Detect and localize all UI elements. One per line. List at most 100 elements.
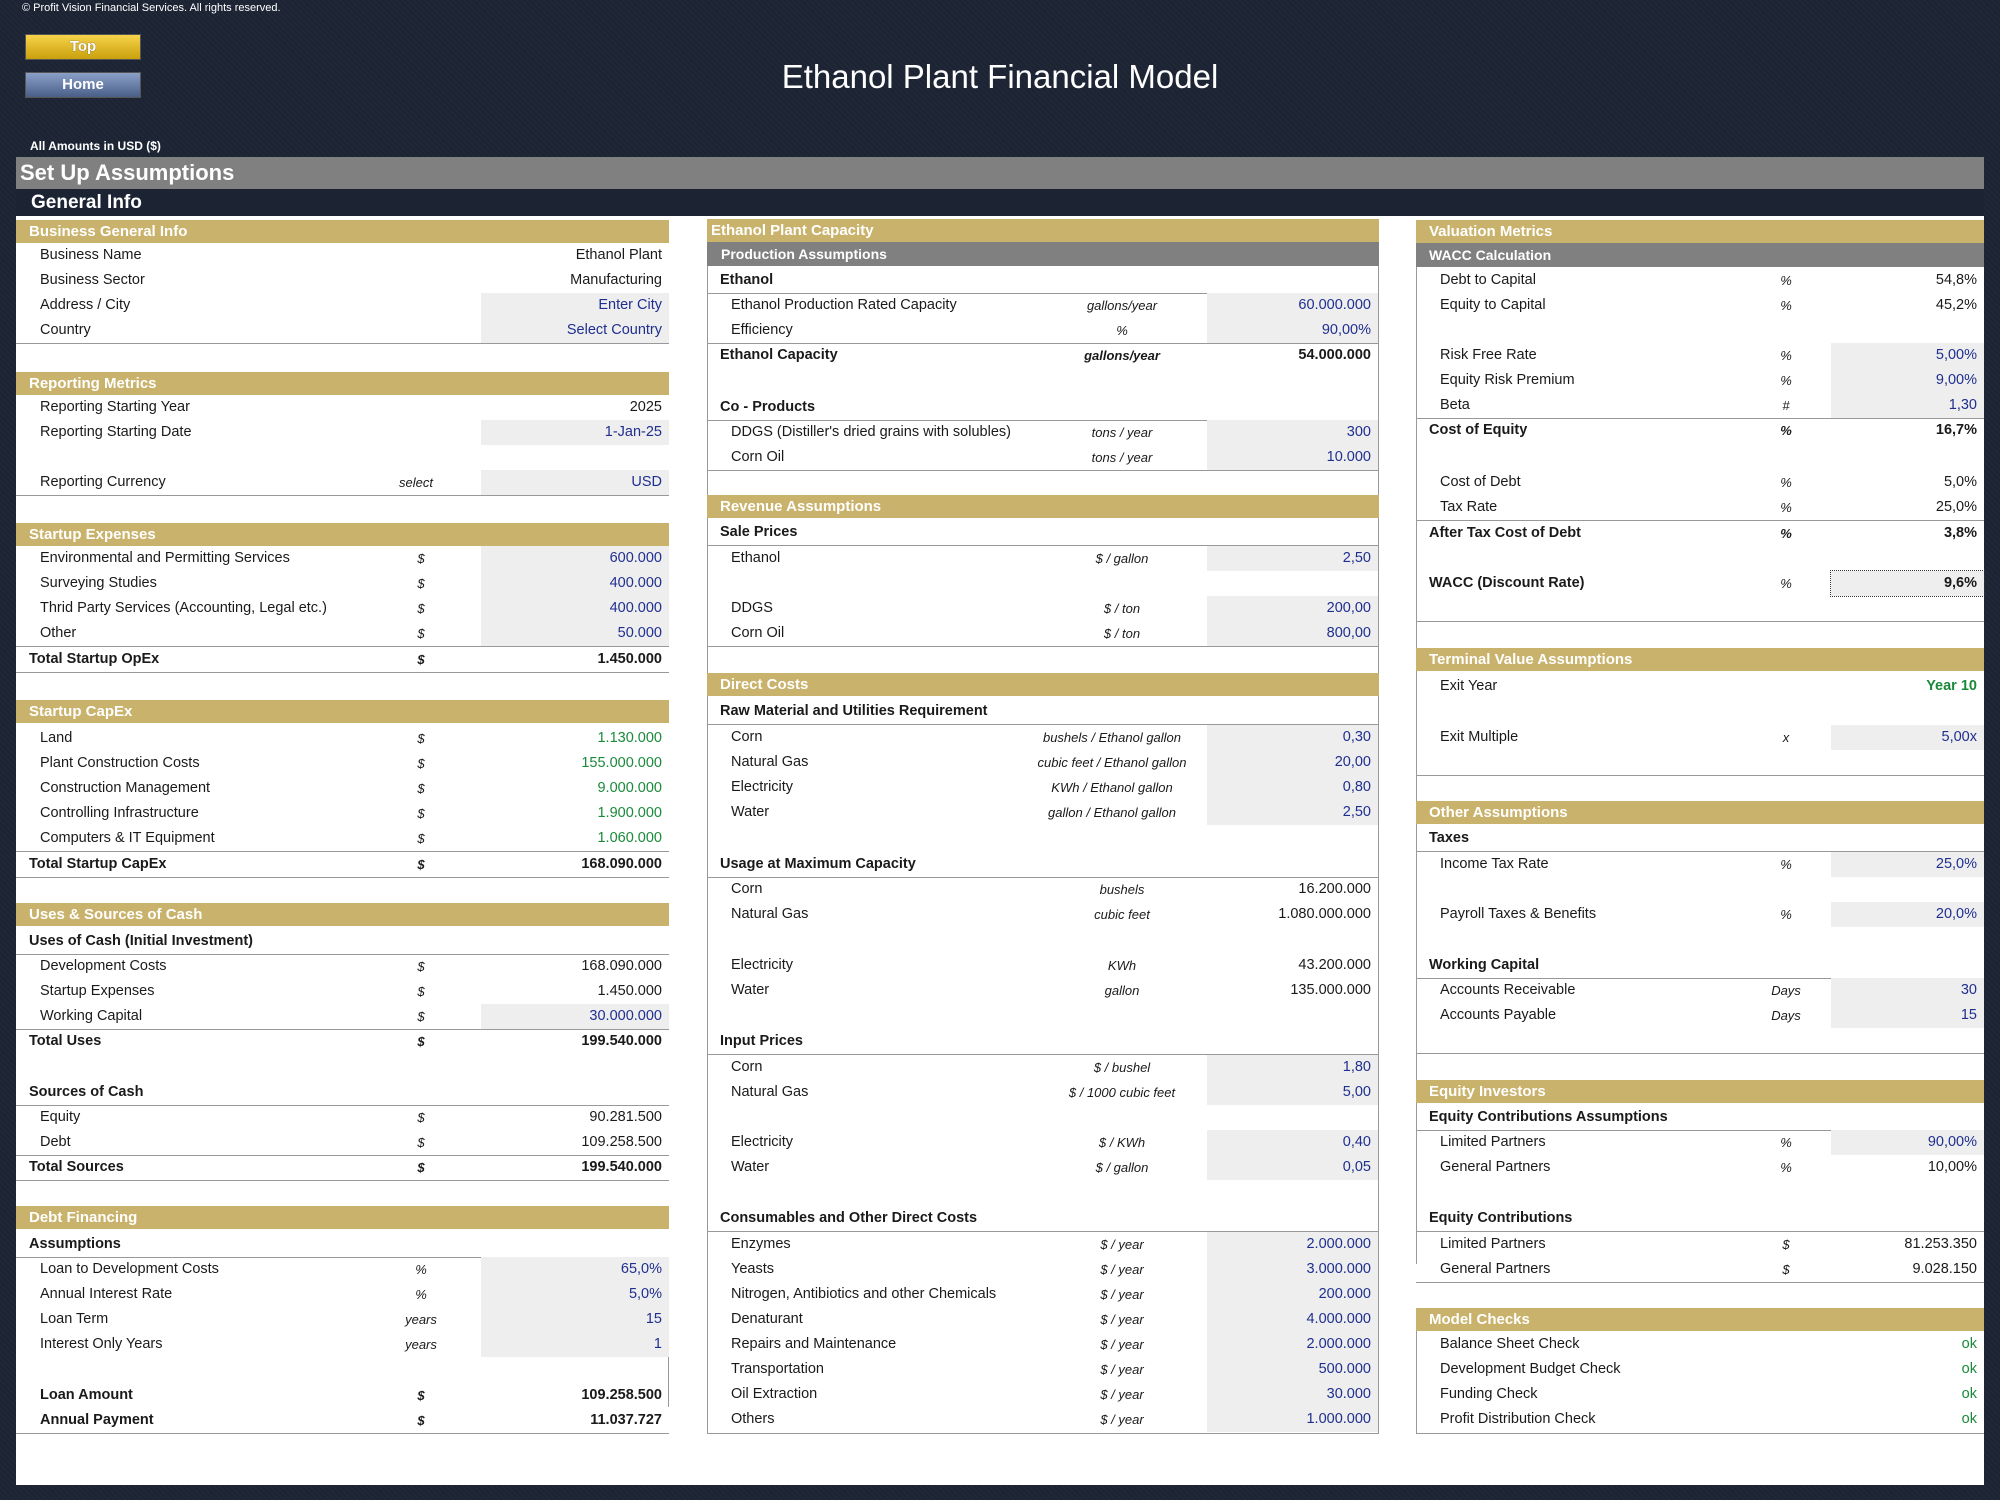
status-ok: ok bbox=[1961, 1336, 1977, 1352]
row-exit-multiple: Exit Multiple x 5,00x bbox=[1416, 725, 1984, 750]
equity-risk-premium-input[interactable]: 9,00% bbox=[1831, 368, 1984, 393]
electricity-req-input[interactable]: 0,80 bbox=[1207, 775, 1378, 800]
surveying-input[interactable]: 400.000 bbox=[481, 571, 669, 596]
interest-only-input[interactable]: 1 bbox=[481, 1332, 669, 1357]
income-tax-input[interactable]: 25,0% bbox=[1831, 852, 1984, 877]
unit: $ / gallon bbox=[1095, 1160, 1149, 1175]
rated-capacity-input[interactable]: 60.000.000 bbox=[1207, 293, 1378, 318]
yeasts-input[interactable]: 3.000.000 bbox=[1207, 1257, 1378, 1282]
oil-extraction-input[interactable]: 30.000 bbox=[1207, 1382, 1378, 1407]
label: Corn Oil bbox=[731, 625, 785, 641]
label: Corn bbox=[731, 729, 763, 745]
row-oil-extraction: Oil Extraction $ / year 30.000 bbox=[707, 1382, 1379, 1407]
address-input[interactable]: Enter City bbox=[481, 293, 669, 318]
corn-oil-price-input[interactable]: 800,00 bbox=[1207, 621, 1378, 646]
ethanol-price-input[interactable]: 2,50 bbox=[1207, 546, 1378, 571]
efficiency-input[interactable]: 90,00% bbox=[1207, 318, 1378, 343]
label: Equity Risk Premium bbox=[1440, 372, 1575, 388]
row-reporting-year: Reporting Starting Year 2025 bbox=[16, 395, 669, 420]
row-business-name: Business Name Ethanol Plant bbox=[16, 243, 669, 268]
corn-req-input[interactable]: 0,30 bbox=[1207, 725, 1378, 750]
row-transportation: Transportation $ / year 500.000 bbox=[707, 1357, 1379, 1382]
repairs-input[interactable]: 2.000.000 bbox=[1207, 1332, 1378, 1357]
unit: $ bbox=[1782, 1237, 1790, 1252]
top-button[interactable]: Top bbox=[25, 34, 141, 60]
transportation-input[interactable]: 500.000 bbox=[1207, 1357, 1378, 1382]
label: Surveying Studies bbox=[40, 575, 157, 591]
loan-term-input[interactable]: 15 bbox=[481, 1307, 669, 1332]
divider bbox=[707, 646, 1379, 647]
row-equity-risk-premium: Equity Risk Premium% 9,00% bbox=[1416, 368, 1984, 393]
divider bbox=[16, 1433, 669, 1434]
divider bbox=[16, 1180, 669, 1181]
risk-free-rate-input[interactable]: 5,00% bbox=[1831, 343, 1984, 368]
label: Uses of Cash (Initial Investment) bbox=[29, 933, 253, 949]
label: Development Budget Check bbox=[1440, 1361, 1621, 1377]
unit: cubic feet / Ethanol gallon bbox=[1037, 755, 1187, 770]
unit: years bbox=[405, 1312, 437, 1327]
enzymes-input[interactable]: 2.000.000 bbox=[1207, 1232, 1378, 1257]
section-startup-capex: Startup CapEx bbox=[16, 700, 669, 723]
divider bbox=[1416, 1433, 1984, 1434]
ddgs-price-input[interactable]: 200,00 bbox=[1207, 596, 1378, 621]
unit: $ / year bbox=[1100, 1312, 1144, 1327]
loan-to-dev-input[interactable]: 65,0% bbox=[481, 1257, 669, 1282]
value: 5,0% bbox=[1943, 474, 1977, 490]
working-capital-input[interactable]: 30.000.000 bbox=[481, 1004, 669, 1029]
value: 90.281.500 bbox=[589, 1109, 662, 1125]
chemicals-input[interactable]: 200.000 bbox=[1207, 1282, 1378, 1307]
limited-partners-input[interactable]: 90,00% bbox=[1831, 1130, 1984, 1155]
status-ok: ok bbox=[1961, 1386, 1977, 1402]
wacc-cell[interactable]: 9,6% bbox=[1830, 570, 1985, 597]
water-req-input[interactable]: 2,50 bbox=[1207, 800, 1378, 825]
beta-input[interactable]: 1,30 bbox=[1831, 393, 1984, 418]
currency-select[interactable]: USD bbox=[481, 470, 669, 495]
row-wacc: WACC (Discount Rate)% 9,6% bbox=[1416, 570, 1985, 597]
row-debt: Debt $109.258.500 bbox=[16, 1130, 669, 1155]
payroll-taxes-input[interactable]: 20,0% bbox=[1831, 902, 1984, 927]
corn-oil-input[interactable]: 10.000 bbox=[1207, 445, 1378, 470]
gas-req-input[interactable]: 20,00 bbox=[1207, 750, 1378, 775]
others-input[interactable]: 1.000.000 bbox=[1207, 1407, 1378, 1432]
row-ethanol-price: Ethanol $ / gallon 2,50 bbox=[707, 546, 1379, 571]
denaturant-input[interactable]: 4.000.000 bbox=[1207, 1307, 1378, 1332]
unit: # bbox=[1782, 398, 1790, 413]
label: Electricity bbox=[731, 1134, 794, 1150]
unit: $ bbox=[417, 959, 425, 974]
row-coproducts-header: Co - Products bbox=[707, 395, 1379, 420]
interest-rate-input[interactable]: 5,0% bbox=[481, 1282, 669, 1307]
row-beta: Beta #1,30 bbox=[1416, 393, 1984, 418]
value: 109.258.500 bbox=[581, 1387, 662, 1403]
row-total-sources: Total Sources $199.540.000 bbox=[16, 1155, 669, 1180]
label: Exit Year bbox=[1440, 678, 1498, 694]
label: Natural Gas bbox=[731, 1084, 809, 1100]
row-rated-capacity: Ethanol Production Rated Capacity gallons… bbox=[707, 293, 1379, 318]
reporting-date-input[interactable]: 1-Jan-25 bbox=[481, 420, 669, 445]
ddgs-input[interactable]: 300 bbox=[1207, 420, 1378, 445]
gas-price-input[interactable]: 5,00 bbox=[1207, 1080, 1378, 1105]
electricity-price-input[interactable]: 0,40 bbox=[1207, 1130, 1378, 1155]
accounts-payable-input[interactable]: 15 bbox=[1831, 1003, 1984, 1028]
label: Transportation bbox=[731, 1361, 824, 1377]
row-electricity-usage: Electricity KWh 43.200.000 bbox=[707, 953, 1379, 978]
label: Others bbox=[731, 1411, 775, 1427]
corn-price-input[interactable]: 1,80 bbox=[1207, 1055, 1378, 1080]
third-party-input[interactable]: 400.000 bbox=[481, 596, 669, 621]
unit: % bbox=[1780, 348, 1792, 363]
unit: % bbox=[1780, 273, 1792, 288]
environmental-input[interactable]: 600.000 bbox=[481, 546, 669, 571]
label: Natural Gas bbox=[731, 906, 809, 922]
label: Business Name bbox=[40, 247, 142, 263]
unit: $ / year bbox=[1100, 1337, 1144, 1352]
row-address: Address / City Enter City bbox=[16, 293, 669, 318]
water-price-input[interactable]: 0,05 bbox=[1207, 1155, 1378, 1180]
country-select[interactable]: Select Country bbox=[481, 318, 669, 343]
label: Water bbox=[731, 982, 770, 998]
label: Electricity bbox=[731, 957, 794, 973]
label: Loan to Development Costs bbox=[40, 1261, 219, 1277]
row-water-req: Water gallon / Ethanol gallon 2,50 bbox=[707, 800, 1379, 825]
exit-multiple-input[interactable]: 5,00x bbox=[1831, 725, 1984, 750]
accounts-receivable-input[interactable]: 30 bbox=[1831, 978, 1984, 1003]
row-computers-it: Computers & IT Equipment $1.060.000 bbox=[16, 826, 669, 851]
other-input[interactable]: 50.000 bbox=[481, 621, 669, 646]
